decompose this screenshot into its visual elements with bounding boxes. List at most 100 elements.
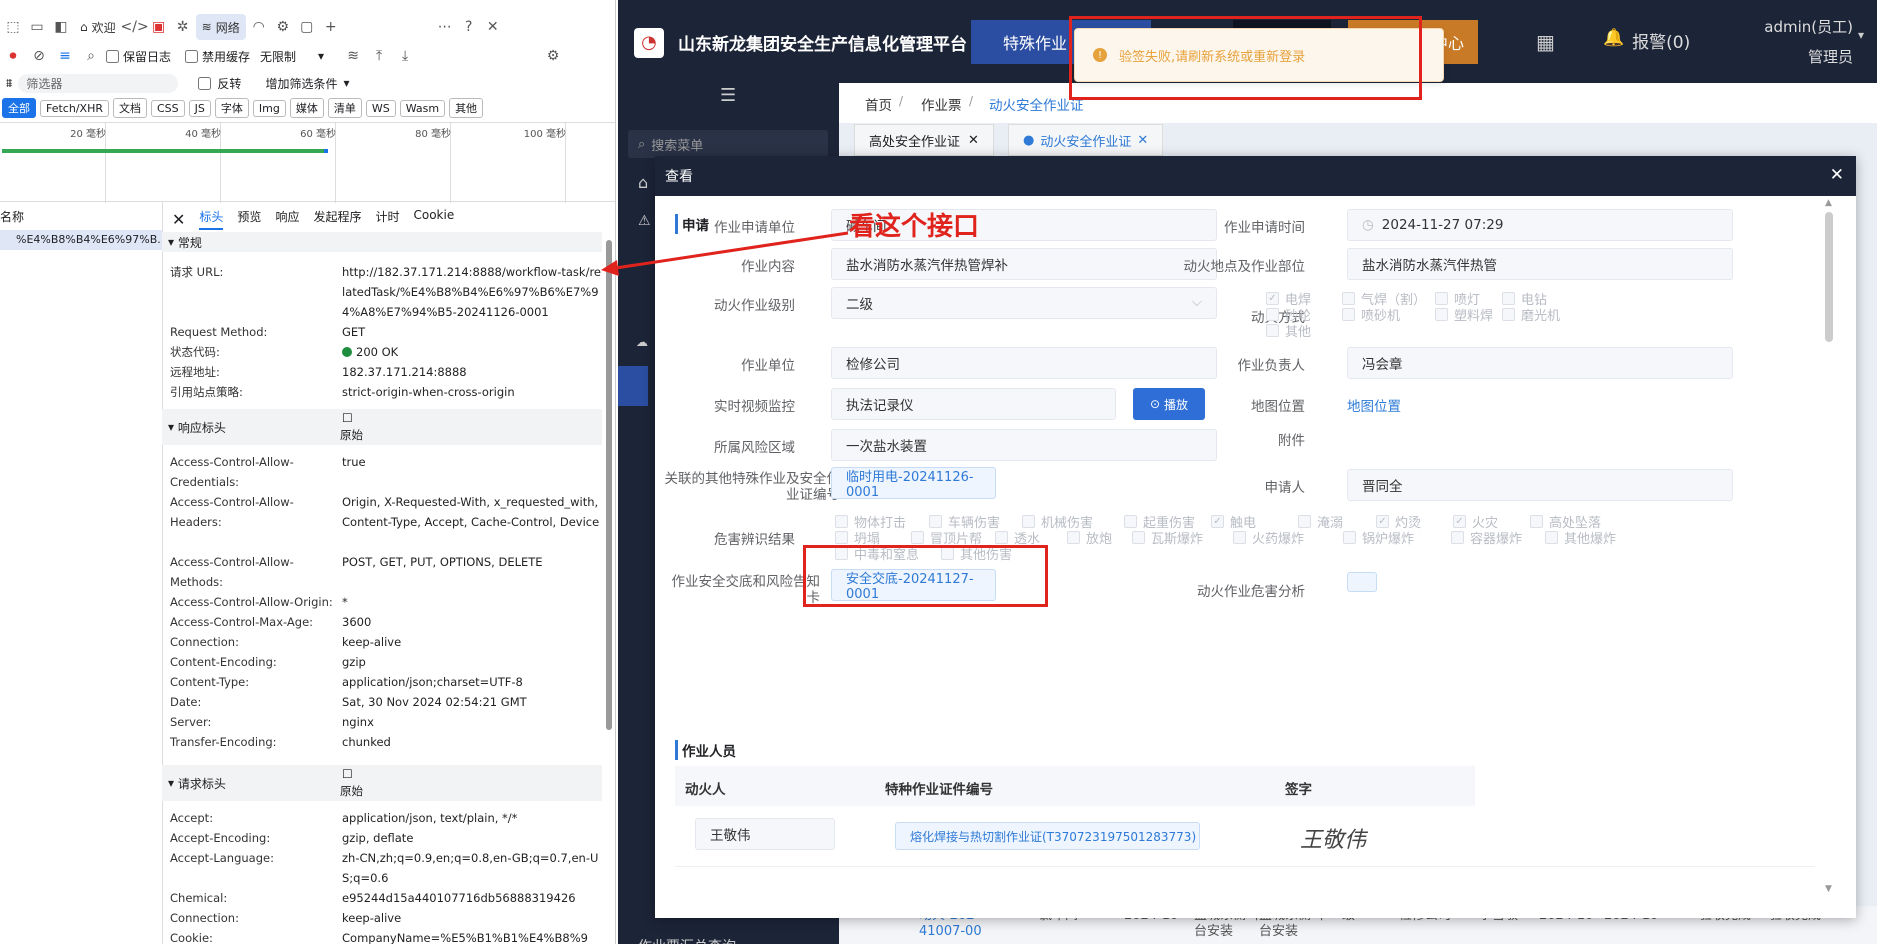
invert-checkbox[interactable] [198,76,212,90]
type-chip[interactable]: 全部 [2,98,36,118]
tab-welcome[interactable]: ⌂ 欢迎 [74,14,122,40]
tab-network[interactable]: ≋ 网络 [195,14,246,40]
chevron-down-icon[interactable]: ▾ [318,49,324,63]
devtools-panel: ⬚ ▭ ◧ ⌂ 欢迎 </> ▣ ✲ ≋ 网络 ◠ ⚙ ▢ + ⋯ ? ✕ ⏺ ⊘ … [0,0,616,944]
detail-tab[interactable]: 响应 [275,208,299,230]
record-icon[interactable]: ⏺ [2,45,24,67]
menu-search-input[interactable]: ⌕ 搜索菜单 [628,130,828,158]
add-tab-icon[interactable]: + [320,16,342,38]
filter-icon[interactable]: ≡ [54,45,76,67]
table-header: 动火人 特种作业证件编号 签字 [675,766,1475,806]
close-icon[interactable]: ✕ [172,210,185,229]
tab-height-permit[interactable]: 高处安全作业证 ✕ [854,124,994,156]
general-section[interactable]: ▾ 常规 [162,232,602,252]
download-icon[interactable]: ⤓ [394,45,416,67]
header-row: 请求 URL: http://182.37.171.214:8888/workfl… [170,265,601,319]
detail-tab[interactable]: Cookie [413,208,454,230]
type-chip[interactable]: Img [252,99,286,117]
list-header: 名称 [0,210,25,224]
type-chip[interactable]: 媒体 [289,98,324,118]
type-chip[interactable]: CSS [150,99,185,117]
field-label: 作业单位 [741,358,795,374]
bottom-menu-item[interactable]: 作业票汇总查询 [638,936,736,944]
field-label: 作业安全交底和风险告知卡 [671,574,821,606]
type-chip[interactable]: 字体 [214,98,249,118]
device-icon[interactable]: ▭ [26,16,48,38]
related-permit-link[interactable]: 临时用电-20241126-0001 [831,467,996,500]
raw-label: 原始 [340,428,363,442]
clear-icon[interactable]: ⊘ [28,45,50,67]
type-chip[interactable]: 清单 [327,98,362,118]
inspect-icon[interactable]: ⬚ [2,16,24,38]
checkbox-icon [1022,515,1035,528]
filter-input[interactable]: 筛选器 [18,73,179,93]
scrollbar[interactable] [1825,212,1833,342]
close-icon[interactable]: ✕ [1137,133,1148,148]
elements-icon[interactable]: </> [121,16,149,38]
annotation-text: 看这个接口 [849,212,980,242]
grid-icon[interactable]: ▦ [1536,30,1555,54]
disable-cache-checkbox[interactable] [185,49,199,63]
scroll-up-icon[interactable]: ▲ [1825,198,1832,208]
hazard-checkbox: 火药爆炸 [1233,528,1304,547]
chevron-down-icon[interactable]: ▾ [1858,28,1864,42]
clock-icon: ◷ [1362,217,1374,233]
page-tabs: 高处安全作业证 ✕ ● 动火安全作业证 ✕ [848,124,1877,158]
type-chip[interactable]: JS [188,99,211,117]
request-row[interactable]: %E4%B8%B4%E6%97%B... [0,230,162,250]
user-name[interactable]: admin(员工) [1753,16,1853,37]
timeline-tick: 20 毫秒 [70,123,110,203]
raw-checkbox[interactable]: ☐ [342,411,353,425]
close-icon[interactable]: ✕ [1830,165,1844,185]
cert-link[interactable]: 熔化焊接与热切割作业证(T370723197501283773) [895,822,1200,850]
detail-tab[interactable]: 预览 [237,208,261,230]
type-chip[interactable]: WS [365,99,396,117]
settings-icon[interactable]: ⚙ [542,45,564,67]
tab-fire-permit[interactable]: ● 动火安全作业证 ✕ [1008,124,1164,156]
close-icon[interactable]: ✕ [482,16,504,38]
response-headers-section[interactable]: ▾ 响应标头 ☐ 原始 [162,409,602,445]
upload-icon[interactable]: ⤒ [368,45,390,67]
close-icon[interactable]: ✕ [968,133,979,148]
checkbox-icon [1342,292,1355,305]
home-icon[interactable]: ⌂ [638,173,648,192]
gear-icon[interactable]: ⚙ [272,16,294,38]
header-row: 远程地址: 182.37.171.214:8888 [170,365,467,379]
map-link[interactable]: 地图位置 [1347,395,1401,415]
application-icon[interactable]: ▢ [296,16,318,38]
scroll-down-icon[interactable]: ▼ [1825,884,1832,894]
detail-tab[interactable]: 发起程序 [313,208,361,230]
header-row: Content-Encoding: gzip [170,655,366,669]
request-headers-section[interactable]: ▾ 请求标头 ☐ 原始 [162,765,602,801]
dock-icon[interactable]: ◧ [50,16,72,38]
checkbox-icon [1132,531,1145,544]
raw-checkbox[interactable]: ☐ [342,767,353,781]
bug-icon[interactable]: ✲ [172,16,194,38]
type-chip[interactable]: 文档 [112,98,147,118]
type-chip[interactable]: 其他 [449,98,484,118]
alarm-button[interactable]: 🔔 报警(0) [1603,28,1690,53]
breadcrumb-ticket[interactable]: 作业票 [921,94,962,114]
menu-fold-icon[interactable]: ☰ [720,85,736,106]
performance-icon[interactable]: ◠ [248,16,270,38]
header-row: 引用站点策略: strict-origin-when-cross-origin [170,385,515,399]
menu-item-cloud[interactable]: ☁ [636,335,648,349]
analysis-link[interactable] [1347,572,1377,592]
console-icon[interactable]: ▣ [148,16,170,38]
throttle-select[interactable]: 无限制 [260,48,296,65]
more-filters-dropdown[interactable]: 增加筛选条件 [265,75,337,92]
breadcrumb-home[interactable]: 首页 [865,94,892,114]
preserve-log-checkbox[interactable] [106,49,119,63]
type-chip[interactable]: Fetch/XHR [40,99,109,117]
timeline-bar [2,149,324,153]
menu-item-active[interactable] [618,366,648,406]
help-icon[interactable]: ? [458,16,480,38]
type-chip[interactable]: Wasm [399,99,446,117]
network-conditions-icon[interactable]: ≋ [342,45,364,67]
more-icon[interactable]: ⋯ [434,16,456,38]
detail-tab[interactable]: 标头 [199,208,224,230]
timeline-tick: 40 毫秒 [185,123,225,203]
scrollbar[interactable] [606,240,612,730]
detail-tab[interactable]: 计时 [375,208,399,230]
search-icon[interactable]: ⌕ [80,45,102,67]
